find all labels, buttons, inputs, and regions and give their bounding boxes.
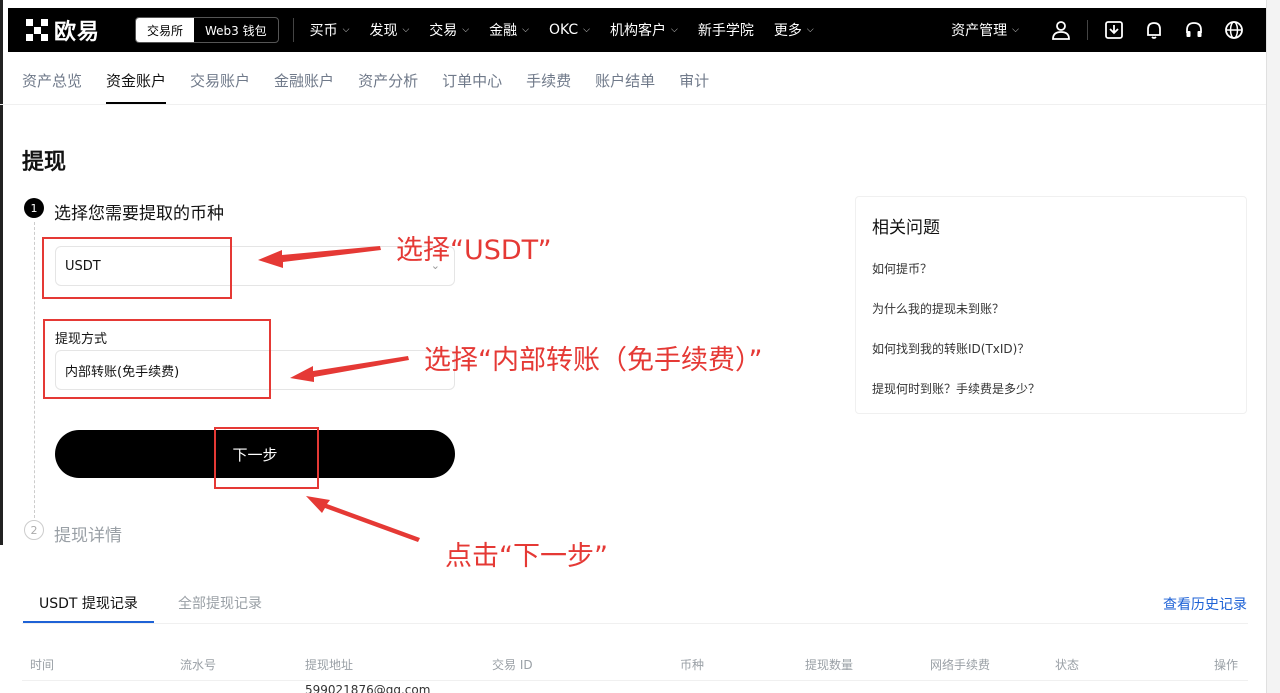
subnav-item-5[interactable]: 订单中心 xyxy=(442,56,502,104)
window-left-edge xyxy=(0,0,3,545)
nav-item-label: 机构客户 xyxy=(610,23,666,39)
subnav-item-3[interactable]: 金融账户 xyxy=(274,56,334,104)
nav-item-label: OKC xyxy=(548,22,579,38)
column-header-action: 操作 xyxy=(1214,658,1239,672)
chevron-down-icon: ⌵ xyxy=(522,25,529,35)
column-header-serial: 流水号 xyxy=(180,658,217,672)
table-row-address: 599021876@qq.com xyxy=(305,683,431,693)
chevron-down-icon: ⌵ xyxy=(402,25,410,35)
nav-menu: 买币 ⌵ 发现 ⌵ 交易 ⌵ 金融 ⌵ OKC ⌵ 机构客户 ⌵ 新手学院 更多 ⌵ xyxy=(300,20,824,40)
chevron-down-icon: ⌵ xyxy=(462,25,470,35)
nav-item-7[interactable]: 更多 ⌵ xyxy=(764,20,824,40)
column-header-address: 提现地址 xyxy=(305,658,354,672)
tabs-divider xyxy=(22,623,1248,624)
nav-item-label: 交易 xyxy=(429,23,458,39)
top-navigation-bar: 欧易 交易所 Web3 钱包 买币 ⌵ 发现 ⌵ 交易 ⌵ 金融 ⌵ OKC ⌵ 机构客户 ⌵ 新手学院… xyxy=(8,8,1266,52)
platform-switch[interactable]: 交易所 Web3 钱包 xyxy=(135,17,279,43)
page-title: 提现 xyxy=(22,150,67,175)
nav-separator xyxy=(1087,20,1088,40)
related-questions-panel: 相关问题 如何提币？ 为什么我的提现未到账？ 如何找到我的转账ID(TxID)？… xyxy=(855,196,1247,414)
step-1-badge: 1 xyxy=(24,198,44,218)
nav-item-0[interactable]: 买币 ⌵ xyxy=(300,20,360,40)
step-2-label: 提现详情 xyxy=(54,526,122,546)
column-header-coin: 币种 xyxy=(680,658,705,672)
okx-logo-icon xyxy=(26,19,48,41)
nav-divider xyxy=(292,18,294,42)
column-header-time: 时间 xyxy=(30,658,55,672)
asset-management-menu[interactable]: 资产管理 ⌵ xyxy=(951,20,1019,40)
annotation-click-next: 点击“下一步” xyxy=(445,541,608,572)
subnav-divider xyxy=(0,104,1266,105)
step-1-label: 选择您需要提取的币种 xyxy=(54,204,224,224)
logo-text: 欧易 xyxy=(54,20,101,45)
chevron-down-icon: ⌵ xyxy=(671,25,678,35)
nav-item-label: 更多 xyxy=(773,23,802,39)
faq-link[interactable]: 如何找到我的转账ID(TxID)？ xyxy=(872,340,1230,380)
subnav-item-4[interactable]: 资产分析 xyxy=(358,56,418,104)
step-2-badge: 2 xyxy=(24,520,44,540)
switch-exchange[interactable]: 交易所 xyxy=(136,18,195,42)
subnav-item-6[interactable]: 手续费 xyxy=(526,56,571,104)
subnav-item-1[interactable]: 资金账户 xyxy=(106,56,167,104)
faq-link[interactable]: 为什么我的提现未到账？ xyxy=(872,300,1230,340)
annotation-select-usdt: 选择“USDT” xyxy=(396,235,552,266)
scrollbar[interactable] xyxy=(1266,0,1280,693)
annotation-box-next xyxy=(214,427,319,489)
nav-item-label: 买币 xyxy=(309,23,338,39)
account-subnav: 资产总览 资金账户 交易账户 金融账户 资产分析 订单中心 手续费 账户结单 审计 xyxy=(22,56,733,104)
view-history-link[interactable]: 查看历史记录 xyxy=(1163,594,1247,614)
nav-item-5[interactable]: 机构客户 ⌵ xyxy=(600,20,688,40)
nav-item-4[interactable]: OKC ⌵ xyxy=(539,22,600,38)
column-header-txid: 交易 ID xyxy=(492,658,533,672)
logo[interactable]: 欧易 xyxy=(26,14,124,46)
nav-item-label: 新手学院 xyxy=(697,23,754,39)
asset-management-label: 资产管理 xyxy=(951,23,1008,39)
subnav-item-2[interactable]: 交易账户 xyxy=(190,56,250,104)
column-header-status: 状态 xyxy=(1055,658,1080,672)
switch-web3-wallet[interactable]: Web3 钱包 xyxy=(194,18,278,42)
chevron-down-icon: ⌵ xyxy=(583,25,590,35)
faq-link[interactable]: 提现何时到账？手续费是多少？ xyxy=(872,380,1230,420)
nav-item-label: 发现 xyxy=(369,23,398,39)
faq-link[interactable]: 如何提币？ xyxy=(872,260,1230,300)
chevron-down-icon: ⌵ xyxy=(806,25,814,35)
globe-icon[interactable] xyxy=(1214,20,1254,40)
subnav-item-8[interactable]: 审计 xyxy=(679,56,709,104)
headset-icon[interactable] xyxy=(1174,20,1214,40)
subnav-item-7[interactable]: 账户结单 xyxy=(595,56,655,104)
annotation-box-method xyxy=(43,319,271,399)
step-connector-line xyxy=(34,222,35,518)
annotation-arrow-next xyxy=(306,496,420,542)
chevron-down-icon: ⌵ xyxy=(342,25,350,35)
subnav-item-0[interactable]: 资产总览 xyxy=(22,56,82,104)
related-questions-title: 相关问题 xyxy=(872,218,940,238)
download-icon[interactable] xyxy=(1094,20,1134,40)
annotation-select-method: 选择“内部转账（免手续费）” xyxy=(424,345,763,376)
nav-item-1[interactable]: 发现 ⌵ xyxy=(359,20,419,40)
nav-item-6[interactable]: 新手学院 xyxy=(688,20,764,40)
bell-icon[interactable] xyxy=(1134,20,1174,40)
column-header-amount: 提现数量 xyxy=(805,658,854,672)
table-header-divider xyxy=(22,680,1248,681)
chevron-down-icon: ⌵ xyxy=(1012,25,1019,35)
nav-item-3[interactable]: 金融 ⌵ xyxy=(479,20,539,40)
column-header-fee: 网络手续费 xyxy=(930,658,991,672)
nav-item-label: 金融 xyxy=(489,23,518,39)
nav-item-2[interactable]: 交易 ⌵ xyxy=(419,20,479,40)
tab-usdt-records[interactable]: USDT 提现记录 xyxy=(23,593,154,623)
nav-right: 资产管理 ⌵ xyxy=(951,20,1266,40)
user-icon[interactable] xyxy=(1041,20,1081,40)
tab-all-records[interactable]: 全部提现记录 xyxy=(178,593,262,623)
annotation-box-coin xyxy=(42,237,232,299)
